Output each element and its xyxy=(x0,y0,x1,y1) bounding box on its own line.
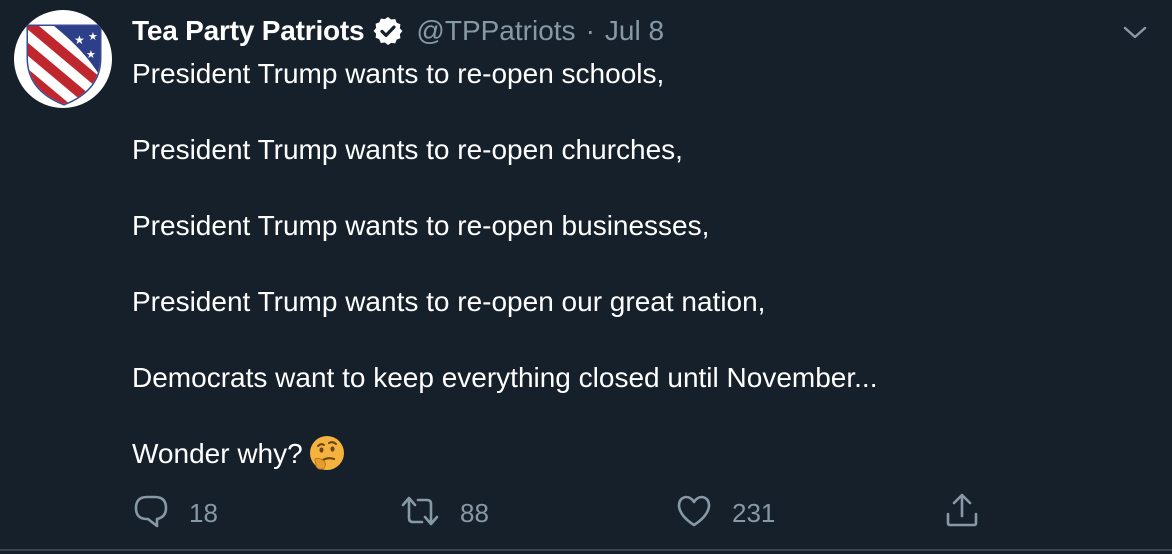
svg-text:★: ★ xyxy=(86,48,96,61)
share-action[interactable] xyxy=(944,492,980,533)
verified-badge-icon xyxy=(372,15,404,47)
reply-icon[interactable] xyxy=(133,494,169,533)
tweet-line: President Trump wants to re-open schools… xyxy=(132,58,665,89)
tweet-line: President Trump wants to re-open busines… xyxy=(132,210,710,241)
like-count: 231 xyxy=(732,498,776,528)
tweet-line: President Trump wants to re-open churche… xyxy=(132,134,683,165)
divider xyxy=(0,549,1172,551)
handle[interactable]: @TPPatriots xyxy=(416,15,575,47)
tweet-header: Tea Party Patriots @TPPatriots · Jul 8 xyxy=(132,12,664,50)
tweet-line-text: Wonder why? xyxy=(132,438,303,469)
share-icon[interactable] xyxy=(944,492,980,533)
shield-flag-avatar: ★ ★ ★ xyxy=(26,24,102,106)
retweet-icon[interactable] xyxy=(400,494,440,533)
tweet-line-last: Wonder why? xyxy=(132,435,1152,473)
retweet-action[interactable]: 88 xyxy=(400,494,489,533)
chevron-down-icon[interactable] xyxy=(1120,18,1150,48)
tweet-line: Democrats want to keep everything closed… xyxy=(132,362,878,393)
display-name[interactable]: Tea Party Patriots xyxy=(132,15,365,47)
reply-action[interactable]: 18 xyxy=(133,494,218,533)
reply-count: 18 xyxy=(189,498,218,528)
like-action[interactable]: 231 xyxy=(676,494,775,533)
tweet-text: President Trump wants to re-open schools… xyxy=(132,55,1152,473)
thinking-face-icon xyxy=(309,435,345,471)
separator-dot: · xyxy=(585,15,595,46)
tweet[interactable]: ★ ★ ★ Tea Party Patriots @TPPatriots · J… xyxy=(0,0,1172,554)
like-icon[interactable] xyxy=(676,494,712,533)
tweet-actions: 18 88 231 xyxy=(0,488,1172,534)
tweet-line: President Trump wants to re-open our gre… xyxy=(132,286,766,317)
svg-text:★: ★ xyxy=(88,30,98,43)
svg-text:★: ★ xyxy=(74,33,85,47)
tweet-date[interactable]: Jul 8 xyxy=(605,15,664,47)
retweet-count: 88 xyxy=(460,498,489,528)
avatar[interactable]: ★ ★ ★ xyxy=(14,10,112,108)
